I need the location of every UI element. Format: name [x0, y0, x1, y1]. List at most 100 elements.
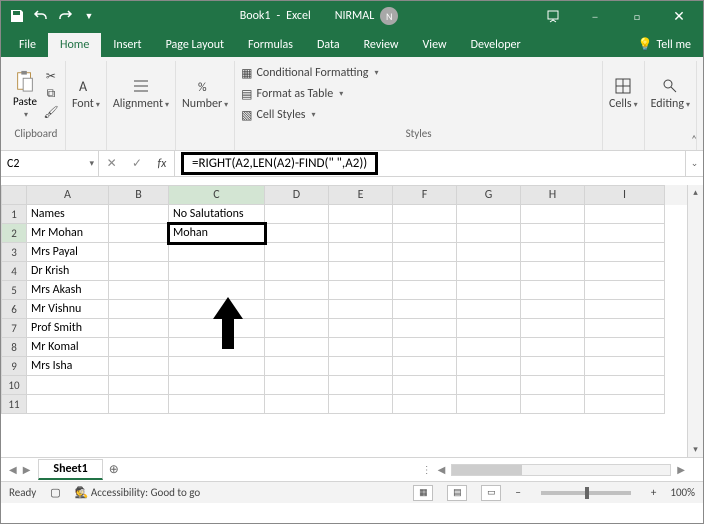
number-button[interactable]: % Number▾: [182, 77, 228, 111]
cell-B11[interactable]: [109, 395, 169, 414]
formula-input[interactable]: =RIGHT(A2,LEN(A2)-FIND(" ",A2)): [175, 151, 685, 176]
ribbon-options-button[interactable]: [533, 1, 573, 31]
cell-C5[interactable]: [169, 281, 265, 300]
cell-H8[interactable]: [521, 338, 585, 357]
cell-A3[interactable]: Mrs Payal: [27, 243, 109, 262]
cell-F7[interactable]: [393, 319, 457, 338]
cell-D2[interactable]: [265, 224, 329, 243]
cell-I6[interactable]: [585, 300, 665, 319]
cell-E10[interactable]: [329, 376, 393, 395]
cell-A9[interactable]: Mrs Isha: [27, 357, 109, 376]
cell-D8[interactable]: [265, 338, 329, 357]
chevron-down-icon[interactable]: ▾: [89, 158, 94, 169]
cell-G2[interactable]: [457, 224, 521, 243]
font-button[interactable]: A Font▾: [72, 77, 100, 111]
cell-H11[interactable]: [521, 395, 585, 414]
cell-H2[interactable]: [521, 224, 585, 243]
cell-E4[interactable]: [329, 262, 393, 281]
cell-D9[interactable]: [265, 357, 329, 376]
name-box[interactable]: C2▾: [1, 151, 99, 176]
cell-A8[interactable]: Mr Komal: [27, 338, 109, 357]
cell-I11[interactable]: [585, 395, 665, 414]
cell-I8[interactable]: [585, 338, 665, 357]
cell-C2[interactable]: Mohan: [169, 224, 265, 243]
cell-B1[interactable]: [109, 205, 169, 224]
tab-insert[interactable]: Insert: [101, 33, 153, 57]
cell-H1[interactable]: [521, 205, 585, 224]
column-header[interactable]: G: [457, 185, 521, 205]
normal-view-button[interactable]: ▦: [413, 485, 433, 501]
cell-B3[interactable]: [109, 243, 169, 262]
cell-B9[interactable]: [109, 357, 169, 376]
cell-H3[interactable]: [521, 243, 585, 262]
row-header[interactable]: 8: [1, 338, 27, 357]
sheet-tab[interactable]: Sheet1: [38, 459, 102, 480]
column-header[interactable]: B: [109, 185, 169, 205]
tab-developer[interactable]: Developer: [459, 33, 533, 57]
cell-F1[interactable]: [393, 205, 457, 224]
cell-C10[interactable]: [169, 376, 265, 395]
row-header[interactable]: 10: [1, 376, 27, 395]
cell-B10[interactable]: [109, 376, 169, 395]
accessibility-status[interactable]: 🕵 Accessibility: Good to go: [75, 486, 200, 499]
expand-formula-bar-icon[interactable]: ⌄: [685, 151, 703, 176]
cell-A2[interactable]: Mr Mohan: [27, 224, 109, 243]
row-header[interactable]: 6: [1, 300, 27, 319]
avatar[interactable]: N: [380, 7, 398, 25]
cell-F9[interactable]: [393, 357, 457, 376]
zoom-slider[interactable]: [541, 491, 631, 495]
cell-D7[interactable]: [265, 319, 329, 338]
cell-I9[interactable]: [585, 357, 665, 376]
cell-G3[interactable]: [457, 243, 521, 262]
redo-icon[interactable]: [57, 8, 73, 24]
cell-G9[interactable]: [457, 357, 521, 376]
cell-I2[interactable]: [585, 224, 665, 243]
cell-F11[interactable]: [393, 395, 457, 414]
cell-D3[interactable]: [265, 243, 329, 262]
cell-A6[interactable]: Mr Vishnu: [27, 300, 109, 319]
cell-G7[interactable]: [457, 319, 521, 338]
row-header[interactable]: 3: [1, 243, 27, 262]
fx-icon[interactable]: fx: [157, 157, 166, 171]
cell-I10[interactable]: [585, 376, 665, 395]
cell-G5[interactable]: [457, 281, 521, 300]
cell-A10[interactable]: [27, 376, 109, 395]
close-button[interactable]: ✕: [659, 1, 699, 31]
cell-G1[interactable]: [457, 205, 521, 224]
page-layout-view-button[interactable]: ▤: [447, 485, 467, 501]
vertical-scrollbar[interactable]: ▴▾: [687, 185, 703, 457]
collapse-ribbon-icon[interactable]: ˄: [691, 133, 697, 146]
cell-H6[interactable]: [521, 300, 585, 319]
cell-H9[interactable]: [521, 357, 585, 376]
cells-button[interactable]: Cells▾: [609, 77, 638, 111]
cell-C11[interactable]: [169, 395, 265, 414]
cell-D10[interactable]: [265, 376, 329, 395]
cell-B6[interactable]: [109, 300, 169, 319]
tab-view[interactable]: View: [411, 33, 459, 57]
cell-A4[interactable]: Dr Krish: [27, 262, 109, 281]
cell-I5[interactable]: [585, 281, 665, 300]
cell-I1[interactable]: [585, 205, 665, 224]
column-header[interactable]: F: [393, 185, 457, 205]
cell-A7[interactable]: Prof Smith: [27, 319, 109, 338]
minimize-button[interactable]: ─: [575, 1, 615, 31]
sheet-nav-prev-icon[interactable]: ◀: [9, 463, 17, 476]
cell-D6[interactable]: [265, 300, 329, 319]
cell-H5[interactable]: [521, 281, 585, 300]
cell-I3[interactable]: [585, 243, 665, 262]
column-header[interactable]: H: [521, 185, 585, 205]
cell-G8[interactable]: [457, 338, 521, 357]
zoom-out-button[interactable]: −: [515, 486, 520, 499]
editing-button[interactable]: Editing▾: [651, 77, 690, 111]
row-header[interactable]: 4: [1, 262, 27, 281]
zoom-in-button[interactable]: +: [651, 486, 656, 499]
column-header[interactable]: D: [265, 185, 329, 205]
cell-B4[interactable]: [109, 262, 169, 281]
cell-I4[interactable]: [585, 262, 665, 281]
paste-button[interactable]: Paste▾: [13, 69, 37, 120]
cell-G10[interactable]: [457, 376, 521, 395]
column-header[interactable]: A: [27, 185, 109, 205]
cell-F8[interactable]: [393, 338, 457, 357]
cell-C6[interactable]: [169, 300, 265, 319]
column-header[interactable]: I: [585, 185, 665, 205]
